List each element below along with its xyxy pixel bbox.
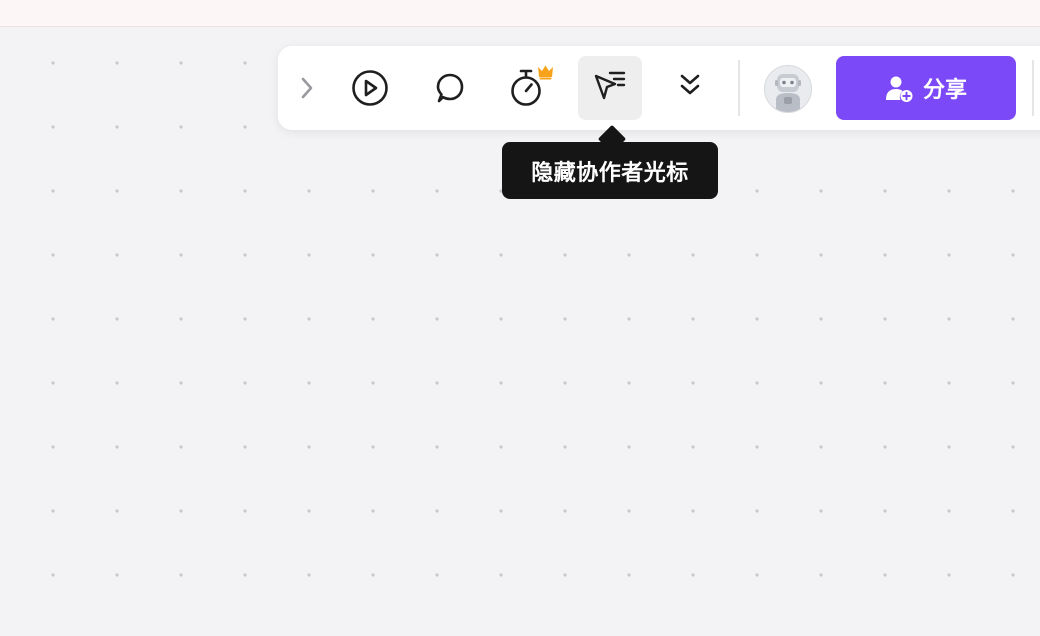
double-chevron-down-icon [680,74,700,95]
tooltip: 隐藏协作者光标 [502,142,718,199]
toolbar-divider-right [1032,60,1034,116]
top-bar [0,0,1040,27]
share-button-label: 分享 [922,78,967,103]
play-circle-icon [352,70,388,106]
chevron-right-icon [301,77,313,99]
comment-button[interactable] [420,58,480,118]
robot-avatar-icon [775,74,801,112]
stopwatch-icon [511,65,553,106]
timer-button[interactable] [500,58,564,118]
toolbar-divider [738,60,740,116]
share-button[interactable]: 分享 [836,56,1016,120]
crown-icon [538,65,553,80]
present-button[interactable] [340,58,400,118]
avatar[interactable] [764,65,812,113]
more-tools-button[interactable] [658,58,722,114]
speech-bubble-icon [436,73,464,103]
cursor-filter-icon [594,71,626,100]
user-add-icon [885,76,913,102]
tooltip-text: 隐藏协作者光标 [531,160,689,186]
whiteboard-canvas[interactable]: 分享 隐藏协作者光标 [0,0,1040,636]
hide-cursors-button[interactable] [578,56,642,120]
top-toolbar: 分享 [278,46,1040,130]
collapse-toolbar-button[interactable] [292,68,322,108]
